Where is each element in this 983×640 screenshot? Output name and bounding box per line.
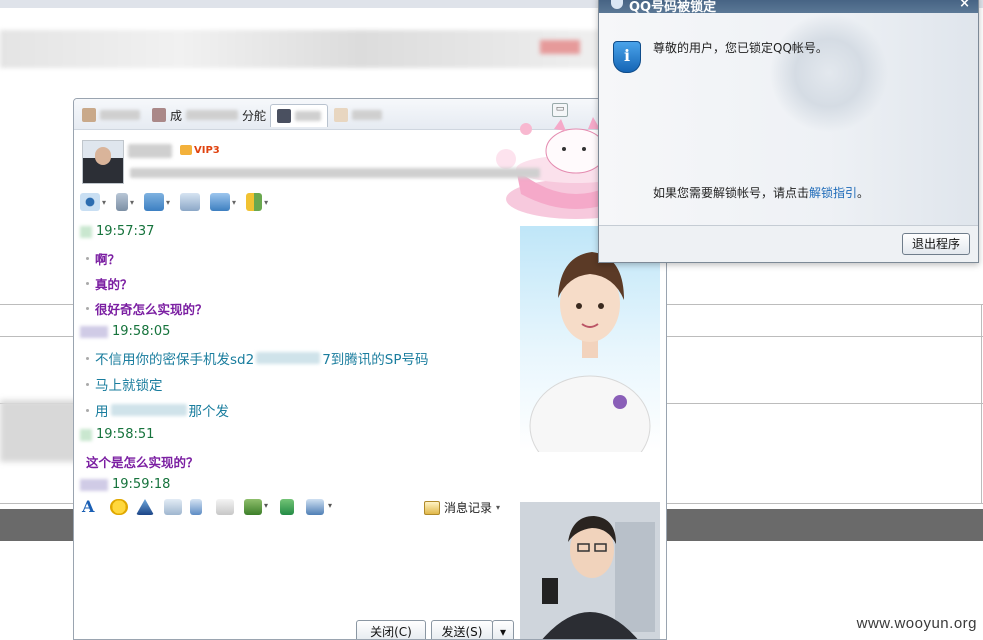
exit-program-button[interactable]: 退出程序 (902, 233, 970, 255)
message-text: 用那个发 (86, 400, 229, 420)
qq-locked-dialog: QQ号码被锁定 × i 尊敬的用户，您已锁定QQ帐号。 如果您需要解锁帐号，请点… (598, 0, 979, 263)
tab-label-redacted (295, 111, 321, 121)
shake-window-icon[interactable] (136, 499, 154, 515)
contact-avatar[interactable] (82, 140, 124, 184)
wolf-watermark-icon (769, 13, 889, 133)
dialog-title-bar: QQ号码被锁定 × (599, 0, 978, 15)
dialog-footer: 退出程序 (599, 225, 978, 262)
message-timestamp: 19:57:37 (80, 224, 154, 239)
crown-icon (180, 145, 192, 155)
voice-message-icon[interactable] (190, 499, 202, 515)
qq-chat-window: 成 分舵 ▭ VIP3 ▾ ▾ ▾ ▾ ▾ 19:57:37 啊？ 真的？ 很好… (73, 98, 667, 640)
video-clip-icon[interactable] (164, 499, 182, 515)
blurred-page-content (0, 400, 78, 462)
send-image-icon[interactable] (244, 499, 262, 515)
sender-name-redacted (80, 428, 92, 441)
message-history: 19:57:37 啊？ 真的？ 很好奇怎么实现的？ 19:58:05 不信用你的… (74, 219, 520, 499)
chat-top-toolbar: ▾ ▾ ▾ ▾ ▾ (80, 191, 268, 213)
message-timestamp: 19:58:05 (80, 324, 170, 339)
screenshot-icon[interactable] (306, 499, 324, 515)
input-toolbar: A ▾ ▾ 消息记录 ▾ (80, 499, 520, 519)
send-options-button[interactable]: ▾ (492, 620, 514, 639)
tab-contact-1[interactable] (82, 104, 140, 126)
lock-notice-text: 尊敬的用户，您已锁定QQ帐号。 (653, 41, 828, 55)
message-timestamp: 19:58:51 (80, 427, 154, 442)
message-history-button[interactable]: 消息记录 ▾ (424, 499, 500, 516)
info-shield-icon: i (613, 41, 641, 73)
doodle-icon[interactable] (216, 499, 234, 515)
close-chat-button[interactable]: 关闭(C) (356, 620, 426, 639)
tab-label-redacted (186, 110, 239, 120)
create-group-icon[interactable] (180, 193, 201, 211)
tab-label-redacted (352, 110, 382, 120)
close-icon[interactable]: × (959, 0, 970, 11)
contact-avatar-icon (334, 108, 348, 122)
remote-desktop-icon[interactable] (210, 193, 231, 211)
watermark: www.wooyun.org (856, 615, 977, 632)
apps-icon[interactable] (246, 193, 263, 211)
chevron-down-icon[interactable]: ▾ (130, 198, 134, 207)
send-file-icon[interactable] (144, 193, 165, 211)
self-avatar-show (520, 502, 660, 639)
font-settings-icon[interactable]: A (82, 499, 100, 515)
contact-name-redacted (128, 144, 172, 158)
chevron-down-icon[interactable]: ▾ (102, 198, 106, 207)
message-text: 很好奇怎么实现的？ (86, 299, 208, 318)
chevron-down-icon[interactable]: ▾ (328, 501, 332, 510)
contact-header: VIP3 (74, 130, 666, 188)
unlock-guide-link[interactable]: 解锁指引 (809, 186, 857, 200)
chevron-down-icon[interactable]: ▾ (232, 198, 236, 207)
vip-badge: VIP3 (180, 145, 220, 156)
message-text: 啊？ (86, 249, 120, 268)
blurred-browser-toolbar (0, 30, 600, 68)
dialog-title: QQ号码被锁定 (629, 0, 717, 15)
music-icon[interactable] (280, 499, 294, 515)
unlock-instruction: 如果您需要解锁帐号，请点击解锁指引。 (653, 186, 870, 200)
chevron-down-icon: ▾ (496, 503, 501, 512)
message-text: 不信用你的密保手机发sd2 7到腾讯的SP号码 (86, 348, 429, 368)
contact-avatar-icon (82, 108, 96, 122)
message-text: 马上就锁定 (86, 374, 163, 394)
emoji-icon[interactable] (110, 499, 128, 515)
video-call-icon[interactable] (80, 193, 100, 211)
tab-contact-2[interactable]: 成 分舵 (152, 104, 266, 126)
voice-call-icon[interactable] (116, 193, 129, 211)
redacted-text (256, 352, 321, 364)
blurred-red-element (540, 40, 580, 54)
history-icon (424, 500, 440, 515)
page-vertical-divider (981, 304, 982, 504)
tab-label: 成 (170, 108, 183, 123)
chevron-down-icon[interactable]: ▾ (264, 198, 268, 207)
sender-name-redacted (80, 225, 92, 238)
tab-label-suffix: 分舵 (242, 108, 267, 123)
message-text: 这个是怎么实现的？ (86, 455, 199, 470)
chevron-down-icon[interactable]: ▾ (166, 198, 170, 207)
send-button[interactable]: 发送(S) (431, 620, 493, 639)
sender-name-redacted (80, 325, 108, 338)
tab-label-redacted (100, 110, 140, 120)
tab-contact-4[interactable] (334, 104, 382, 126)
sender-name-redacted (80, 478, 108, 491)
qq-shield-icon (611, 0, 623, 9)
contact-avatar-icon (277, 109, 291, 123)
redacted-text (110, 404, 187, 416)
contact-signature-redacted (130, 168, 540, 178)
contact-avatar-icon (152, 108, 166, 122)
chevron-down-icon[interactable]: ▾ (264, 501, 268, 510)
tab-contact-3-active[interactable] (270, 104, 328, 127)
message-timestamp: 19:59:18 (80, 477, 170, 492)
message-text: 真的？ (86, 274, 133, 293)
